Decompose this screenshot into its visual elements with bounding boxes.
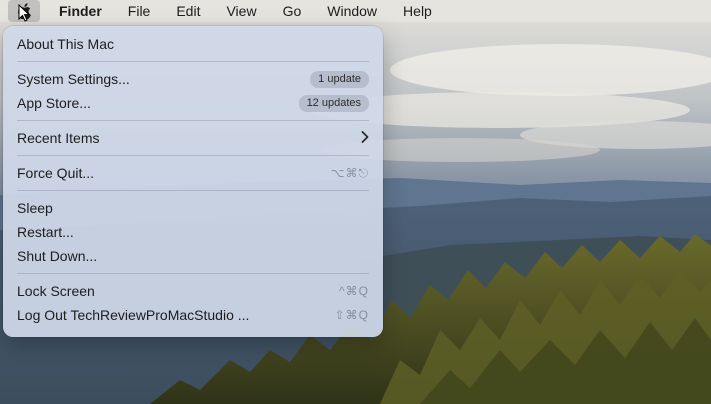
menubar-window[interactable]: Window: [314, 0, 390, 22]
menu-item-shut-down[interactable]: Shut Down...: [9, 244, 377, 268]
menu-item-label: Restart...: [17, 224, 74, 240]
menubar-view[interactable]: View: [213, 0, 269, 22]
keyboard-shortcut: ⌥⌘⎋: [330, 165, 369, 180]
menu-item-force-quit[interactable]: Force Quit... ⌥⌘⎋: [9, 161, 377, 185]
chevron-right-icon: [361, 130, 369, 147]
keyboard-shortcut: ⇧⌘Q: [334, 308, 369, 322]
menu-item-restart[interactable]: Restart...: [9, 220, 377, 244]
menu-item-sleep[interactable]: Sleep: [9, 196, 377, 220]
menubar-go[interactable]: Go: [270, 0, 315, 22]
menu-item-label: System Settings...: [17, 71, 130, 87]
menu-item-app-store[interactable]: App Store... 12 updates: [9, 91, 377, 115]
menu-item-about-this-mac[interactable]: About This Mac: [9, 32, 377, 56]
menu-item-system-settings[interactable]: System Settings... 1 update: [9, 67, 377, 91]
menu-separator: [17, 155, 369, 156]
mouse-pointer-icon: [18, 4, 30, 22]
menu-bar: Finder File Edit View Go Window Help: [0, 0, 711, 22]
menu-item-label: About This Mac: [17, 36, 115, 52]
menu-item-label: Log Out TechReviewProMacStudio ...: [17, 307, 250, 323]
menu-item-label: Lock Screen: [17, 283, 95, 299]
menu-item-label: Recent Items: [17, 130, 100, 146]
menu-separator: [17, 190, 369, 191]
menu-item-log-out[interactable]: Log Out TechReviewProMacStudio ... ⇧⌘Q: [9, 303, 377, 327]
menu-separator: [17, 273, 369, 274]
update-badge: 1 update: [310, 70, 369, 88]
menu-separator: [17, 120, 369, 121]
apple-menu-dropdown: About This Mac System Settings... 1 upda…: [3, 26, 383, 337]
menubar-file[interactable]: File: [115, 0, 164, 22]
menubar-help[interactable]: Help: [390, 0, 445, 22]
menu-item-recent-items[interactable]: Recent Items: [9, 126, 377, 150]
menu-item-lock-screen[interactable]: Lock Screen ^⌘Q: [9, 279, 377, 303]
update-badge: 12 updates: [298, 94, 369, 112]
menu-separator: [17, 61, 369, 62]
menubar-edit[interactable]: Edit: [163, 0, 213, 22]
keyboard-shortcut: ^⌘Q: [339, 284, 369, 298]
desktop-screen: Finder File Edit View Go Window Help Abo…: [0, 0, 711, 404]
menu-item-label: App Store...: [17, 95, 91, 111]
menu-item-label: Shut Down...: [17, 248, 98, 264]
menu-item-label: Sleep: [17, 200, 53, 216]
menu-item-label: Force Quit...: [17, 165, 95, 181]
menubar-app-finder[interactable]: Finder: [46, 0, 115, 22]
